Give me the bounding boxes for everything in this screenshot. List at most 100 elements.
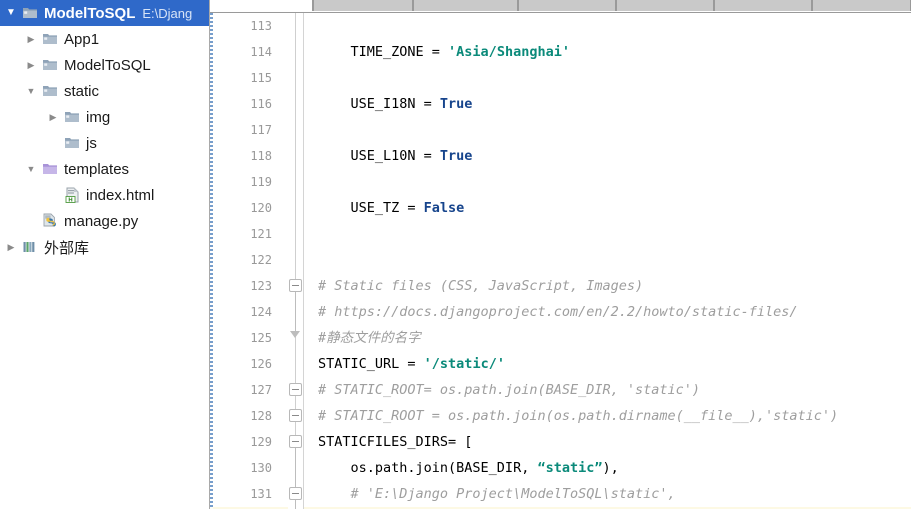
line-number: 127 [250,383,272,397]
chevron-right-icon[interactable]: ▶ [22,60,40,70]
line-number: 124 [250,305,272,319]
tree-item-label: manage.py [64,212,139,230]
editor-tab[interactable] [518,0,616,11]
tree-item-modeltosql[interactable]: ▶ ModelToSQL [0,52,209,78]
code-viewport[interactable]: 113 114 115 116 117 118 119 120 121 122 123 124 125 1… [210,13,911,509]
chevron-right-icon[interactable]: ▶ [2,242,20,252]
editor-tab[interactable] [812,0,911,11]
code-token-plain: USE_L10N = [318,148,440,164]
code-line[interactable] [304,13,911,39]
line-number: 121 [250,227,272,241]
code-line[interactable] [304,65,911,91]
code-line[interactable]: os.path.join(BASE_DIR, “static”), [304,455,911,481]
line-number: 129 [250,435,272,449]
tree-item-path: E:\Djang [142,5,193,21]
tree-item-modeltosql[interactable]: ▼ ModelToSQL E:\Djang [0,0,209,26]
chevron-right-icon[interactable]: ▶ [44,112,62,122]
folder-templates-icon [40,160,60,178]
code-token-plain: STATICFILES_DIRS= [ [318,434,473,450]
tree-item-label: ModelToSQL [64,56,151,74]
line-number: 119 [250,175,272,189]
line-number: 128 [250,409,272,423]
code-line[interactable]: # Static files (CSS, JavaScript, Images) [304,273,911,299]
line-number: 117 [250,123,272,137]
code-line[interactable]: # https://docs.djangoproject.com/en/2.2/… [304,299,911,325]
code-token-kw: False [423,200,465,216]
code-token-cmt: # 'E:\Django Project\ModelToSQL\static', [318,486,676,502]
editor-tab[interactable] [413,0,518,11]
code-token-str: 'Asia/Shanghai' [448,44,570,60]
editor-area: 113 114 115 116 117 118 119 120 121 122 123 124 125 1… [210,0,911,509]
code-line[interactable]: #静态文件的名字 [304,325,911,351]
line-number: 114 [250,45,272,59]
changed-lines-marker [210,13,213,509]
tree-item-js[interactable]: ▶js [0,130,209,156]
tree-item-label: 外部库 [44,239,90,257]
code-line[interactable]: STATICFILES_DIRS= [ [304,429,911,455]
line-number: 125 [250,331,272,345]
code-line[interactable]: USE_I18N = True [304,91,911,117]
code-line[interactable] [304,117,911,143]
project-tool-window[interactable]: ▼ ModelToSQL E:\Djang ▶ App1 ▶ ModelToSQL ▼ stat… [0,0,210,509]
editor-tab[interactable] [313,0,413,11]
code-line[interactable] [304,247,911,273]
tree-item-index-html[interactable]: ▶Hindex.html [0,182,209,208]
tree-item-label: js [86,134,97,152]
html-file-icon: H [62,186,82,204]
line-number: 131 [250,487,272,501]
chevron-down-icon[interactable]: ▼ [22,164,40,174]
code-line[interactable]: # STATIC_ROOT= os.path.join(BASE_DIR, 's… [304,377,911,403]
tree-item-manage-py[interactable]: ▶manage.py [0,208,209,234]
fold-region-line [295,292,296,331]
code-token-cmt: # Static files (CSS, JavaScript, Images) [318,278,644,294]
editor-tab[interactable] [714,0,812,11]
tree-item-app1[interactable]: ▶ App1 [0,26,209,52]
fold-marker[interactable] [289,279,302,292]
code-token-kw: True [439,148,473,164]
folder-icon [62,108,82,126]
code-line[interactable]: # 'E:\Django Project\ModelToSQL\static', [304,481,911,507]
tree-item-static[interactable]: ▼ static [0,78,209,104]
line-number: 113 [250,19,272,33]
tree-item-label: App1 [64,30,100,48]
fold-region-end [290,331,301,338]
code-token-plain: USE_I18N = [318,96,440,112]
line-number: 122 [250,253,272,267]
code-line[interactable] [304,221,911,247]
editor-tab[interactable] [210,0,313,11]
code-token-cmt: # STATIC_ROOT= os.path.join(BASE_DIR, 's… [318,382,701,398]
fold-marker[interactable] [289,409,302,422]
code-token-plain: os.path.join(BASE_DIR, [318,460,538,476]
chevron-right-icon[interactable]: ▶ [22,34,40,44]
code-line[interactable] [304,169,911,195]
line-number: 115 [250,71,272,85]
fold-marker[interactable] [289,383,302,396]
code-folding-gutter[interactable] [288,13,304,509]
code-line[interactable]: STATIC_URL = '/static/' [304,351,911,377]
code-line[interactable]: USE_TZ = False [304,195,911,221]
code-token-cmt: #静态文件的名字 [318,330,421,346]
tree-item-label: index.html [86,186,155,204]
line-number: 118 [250,149,272,163]
tree-item-label: img [86,108,111,126]
project-tree[interactable]: ▼ ModelToSQL E:\Djang ▶ App1 ▶ ModelToSQL ▼ stat… [0,0,209,260]
code-token-kw: True [439,96,473,112]
fold-marker[interactable] [289,487,302,500]
tree-item-img[interactable]: ▶ img [0,104,209,130]
tree-item-[interactable]: ▶ 外部库 [0,234,209,260]
chevron-down-icon[interactable]: ▼ [22,86,40,96]
code-line[interactable]: # STATIC_ROOT = os.path.join(os.path.dir… [304,403,911,429]
line-number: 123 [250,279,272,293]
code-token-cmt: # STATIC_ROOT = os.path.join(os.path.dir… [318,408,839,424]
code-line[interactable]: TIME_ZONE = 'Asia/Shanghai' [304,39,911,65]
chevron-down-icon[interactable]: ▼ [2,8,20,18]
line-number: 126 [250,357,272,371]
tree-item-templates[interactable]: ▼ templates [0,156,209,182]
fold-marker[interactable] [289,435,302,448]
code-line[interactable]: USE_L10N = True [304,143,911,169]
code-token-plain: ), [602,460,619,476]
editor-tab-strip[interactable] [210,0,911,13]
tree-item-label: ModelToSQL [44,4,136,22]
editor-tab[interactable] [616,0,714,11]
code-lines[interactable]: TIME_ZONE = 'Asia/Shanghai' USE_I18N = T… [304,13,911,509]
